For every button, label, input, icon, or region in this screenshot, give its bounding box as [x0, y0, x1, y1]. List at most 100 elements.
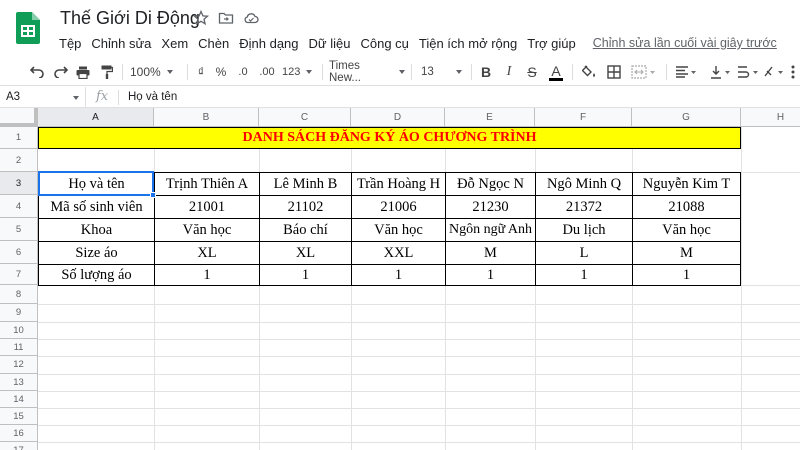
menu-insert[interactable]: Chèn: [193, 36, 234, 51]
undo-icon[interactable]: [28, 62, 46, 82]
menu-help[interactable]: Trợ giúp: [522, 36, 581, 51]
table-cell[interactable]: 1: [536, 265, 632, 285]
row-header-10[interactable]: 10: [0, 322, 38, 339]
row-header-8[interactable]: 8: [0, 285, 38, 304]
table-cell[interactable]: Đỗ Ngọc N: [446, 173, 535, 195]
menu-format[interactable]: Định dạng: [234, 36, 303, 51]
table-header-cell[interactable]: Size áo: [39, 242, 154, 264]
table-cell[interactable]: 21088: [633, 196, 740, 218]
paint-format-icon[interactable]: [98, 62, 116, 82]
increase-decimal-button[interactable]: .00: [256, 62, 278, 82]
row-header-13[interactable]: 13: [0, 374, 38, 391]
table-cell[interactable]: Văn học: [155, 219, 259, 241]
column-header-g[interactable]: G: [632, 108, 741, 127]
row-header-17[interactable]: 17: [0, 442, 38, 450]
zoom-select[interactable]: 100%: [130, 62, 180, 82]
row-header-9[interactable]: 9: [0, 304, 38, 322]
document-title[interactable]: Thế Giới Di Động: [60, 8, 200, 29]
table-cell[interactable]: XL: [155, 242, 259, 264]
star-icon[interactable]: [193, 10, 209, 26]
text-color-button[interactable]: A: [548, 62, 564, 82]
table-cell[interactable]: 21372: [536, 196, 632, 218]
sheet-title-banner[interactable]: DANH SÁCH ĐĂNG KÝ ÁO CHƯƠNG TRÌNH: [38, 127, 741, 149]
table-cell[interactable]: Trịnh Thiên A: [155, 173, 259, 195]
table-header-cell[interactable]: Số lượng áo: [39, 265, 154, 285]
decrease-decimal-button[interactable]: .0: [234, 62, 252, 82]
row-header-12[interactable]: 12: [0, 356, 38, 374]
column-header-c[interactable]: C: [259, 108, 351, 127]
vertical-align-icon[interactable]: [708, 62, 734, 82]
currency-format-button[interactable]: ₫: [194, 62, 208, 82]
table-cell[interactable]: L: [536, 242, 632, 264]
table-cell[interactable]: 1: [260, 265, 351, 285]
cloud-saved-icon[interactable]: [243, 10, 259, 26]
font-family-select[interactable]: Times New...: [329, 60, 405, 84]
row-header-6[interactable]: 6: [0, 241, 38, 264]
table-cell[interactable]: Văn học: [352, 219, 445, 241]
table-header-cell[interactable]: Khoa: [39, 219, 154, 241]
row-header-3[interactable]: 3: [0, 172, 38, 195]
fill-color-icon[interactable]: [580, 62, 598, 82]
row-header-2[interactable]: 2: [0, 149, 38, 172]
row-header-5[interactable]: 5: [0, 218, 38, 241]
table-cell[interactable]: Ngô Minh Q: [536, 173, 632, 195]
row-header-16[interactable]: 16: [0, 425, 38, 442]
column-header-e[interactable]: E: [445, 108, 535, 127]
row-header-1[interactable]: 1: [0, 127, 38, 149]
table-cell[interactable]: M: [446, 242, 535, 264]
table-cell[interactable]: 1: [352, 265, 445, 285]
row-header-14[interactable]: 14: [0, 391, 38, 408]
fill-handle[interactable]: [150, 192, 156, 198]
table-cell[interactable]: Lê Minh B: [260, 173, 351, 195]
table-cell[interactable]: 1: [633, 265, 740, 285]
table-cell[interactable]: Nguyễn Kim T: [633, 173, 740, 195]
column-header-a[interactable]: A: [38, 108, 154, 127]
row-header-4[interactable]: 4: [0, 195, 38, 218]
spreadsheet-grid[interactable]: A B C D E F G H 1 2 3 4 5 6 7 8 9 10 11 …: [0, 108, 800, 450]
table-cell[interactable]: 1: [446, 265, 535, 285]
row-header-11[interactable]: 11: [0, 339, 38, 356]
table-cell[interactable]: 21001: [155, 196, 259, 218]
table-cell[interactable]: Báo chí: [260, 219, 351, 241]
table-cell[interactable]: Văn học: [633, 219, 740, 241]
menu-data[interactable]: Dữ liệu: [304, 36, 356, 51]
row-header-7[interactable]: 7: [0, 264, 38, 285]
percent-format-button[interactable]: %: [214, 62, 228, 82]
italic-button[interactable]: I: [502, 62, 516, 82]
number-format-select[interactable]: 123: [282, 62, 316, 82]
menu-view[interactable]: Xem: [156, 36, 193, 51]
table-cell[interactable]: M: [633, 242, 740, 264]
table-cell[interactable]: Trần Hoàng H: [352, 173, 445, 195]
horizontal-align-icon[interactable]: [674, 62, 700, 82]
text-wrapping-icon[interactable]: [736, 62, 762, 82]
table-cell[interactable]: Du lịch: [536, 219, 632, 241]
table-cell[interactable]: 1: [155, 265, 259, 285]
column-header-h[interactable]: H: [741, 108, 800, 127]
row-header-15[interactable]: 15: [0, 408, 38, 425]
column-header-b[interactable]: B: [154, 108, 259, 127]
font-size-select[interactable]: 13: [421, 62, 465, 82]
select-all-corner[interactable]: [0, 108, 38, 127]
strikethrough-button[interactable]: S: [525, 62, 539, 82]
table-header-cell[interactable]: Họ và tên: [39, 173, 154, 195]
menu-tools[interactable]: Công cụ: [355, 36, 413, 51]
print-icon[interactable]: [74, 62, 92, 82]
move-folder-icon[interactable]: [218, 10, 234, 26]
column-header-d[interactable]: D: [351, 108, 445, 127]
bold-button[interactable]: B: [479, 62, 493, 82]
table-cell[interactable]: XL: [260, 242, 351, 264]
name-box[interactable]: A3: [0, 87, 86, 108]
table-cell[interactable]: XXL: [352, 242, 445, 264]
borders-icon[interactable]: [605, 62, 623, 82]
redo-icon[interactable]: [52, 62, 70, 82]
table-cell[interactable]: Ngôn ngữ Anh: [446, 219, 535, 241]
last-edit-link[interactable]: Chỉnh sửa lần cuối vài giây trước: [581, 36, 777, 50]
formula-input[interactable]: Họ và tên: [128, 87, 177, 108]
merge-cells-icon[interactable]: [629, 62, 659, 82]
table-cell[interactable]: 21102: [260, 196, 351, 218]
menu-extensions[interactable]: Tiện ích mở rộng: [414, 36, 522, 51]
column-header-f[interactable]: F: [535, 108, 632, 127]
sheets-logo-icon[interactable]: [16, 12, 40, 44]
menu-file[interactable]: Tệp: [54, 36, 86, 51]
table-cell[interactable]: 21006: [352, 196, 445, 218]
